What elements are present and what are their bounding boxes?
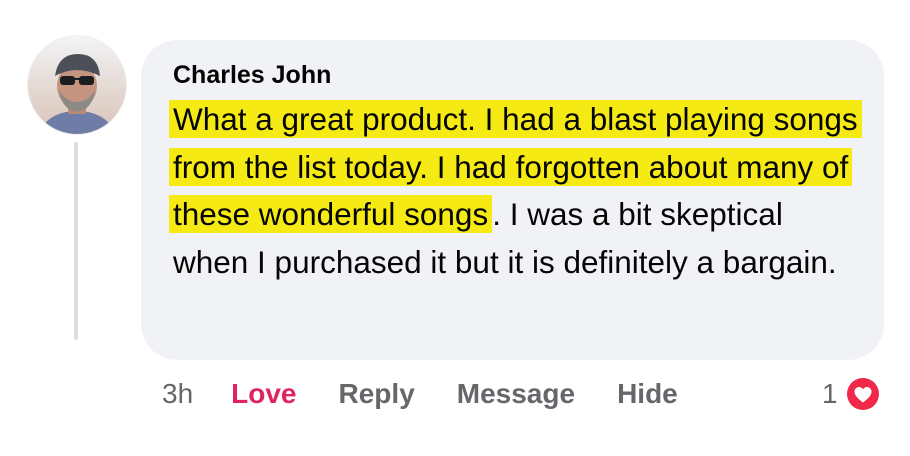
love-button[interactable]: Love bbox=[231, 378, 296, 410]
heart-icon bbox=[843, 375, 882, 413]
reaction-summary[interactable]: 1 bbox=[822, 372, 882, 416]
message-button[interactable]: Message bbox=[457, 378, 575, 410]
reaction-count: 1 bbox=[822, 378, 838, 409]
heart-icon-graphic bbox=[846, 378, 879, 410]
avatar[interactable] bbox=[28, 36, 126, 134]
avatar-photo bbox=[28, 36, 126, 134]
reply-button[interactable]: Reply bbox=[339, 378, 415, 410]
comment-text: What a great product. I had a blast play… bbox=[169, 96, 863, 286]
thread-line bbox=[74, 142, 78, 340]
comment-actions: 3h Love Reply Message Hide bbox=[162, 374, 720, 414]
comment-bubble: Charles John What a great product. I had… bbox=[141, 40, 884, 360]
timestamp[interactable]: 3h bbox=[162, 378, 193, 410]
hide-button[interactable]: Hide bbox=[617, 378, 678, 410]
comment-author[interactable]: Charles John bbox=[173, 58, 884, 92]
